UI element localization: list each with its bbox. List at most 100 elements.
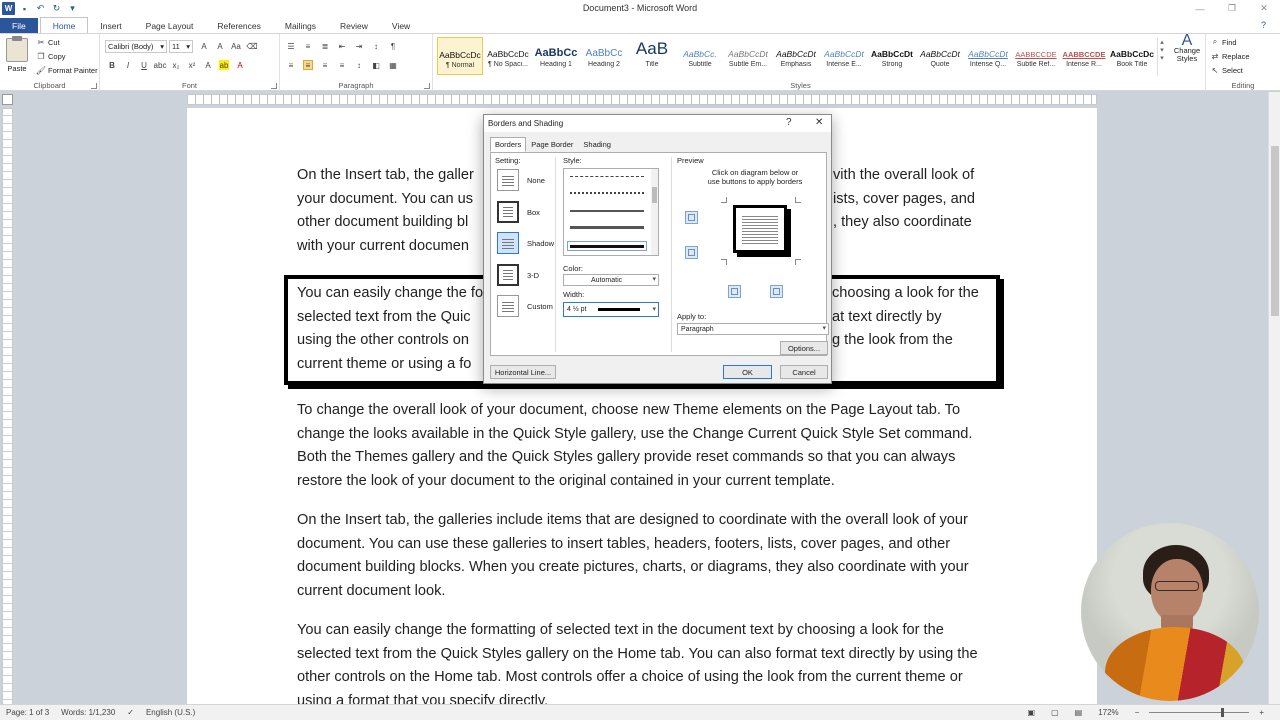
borders-icon[interactable]: ▦ <box>388 60 398 70</box>
tab-borders[interactable]: Borders <box>490 137 527 152</box>
ruler-toggle[interactable] <box>2 94 13 105</box>
style-normal[interactable]: AaBbCcDc ¶ Normal <box>437 37 483 75</box>
setting-box[interactable]: Box <box>497 201 540 223</box>
text-effects-icon[interactable]: A <box>203 60 213 70</box>
save-icon[interactable]: ▪ <box>18 2 31 15</box>
style-option[interactable] <box>570 210 644 212</box>
print-layout-icon[interactable]: ▣ <box>1028 708 1036 717</box>
font-size-select[interactable]: 11 ▾ <box>169 40 193 53</box>
bottom-border-button[interactable] <box>685 246 698 259</box>
cut-button[interactable]: ✂ Cut <box>36 37 60 47</box>
replace-button[interactable]: ⇄ Replace <box>1210 51 1250 61</box>
tab-page-layout[interactable]: Page Layout <box>134 18 206 33</box>
style-subtle-emphasis[interactable]: AaBbCcDt Subtle Em... <box>725 37 771 75</box>
undo-icon[interactable]: ↶ <box>34 2 47 15</box>
style-no-spacing[interactable]: AaBbCcDc ¶ No Spaci... <box>485 37 531 75</box>
change-styles-button[interactable]: A Change Styles <box>1170 33 1204 63</box>
clipboard-launcher-icon[interactable] <box>91 83 97 89</box>
zoom-slider-thumb[interactable] <box>1221 708 1225 717</box>
change-case-icon[interactable]: Aa <box>231 41 241 51</box>
restore-icon[interactable]: ❐ <box>1216 0 1248 17</box>
preview-diagram[interactable] <box>721 193 801 265</box>
setting-none[interactable]: None <box>497 169 545 191</box>
style-list-scrollbar[interactable] <box>651 169 658 255</box>
color-select[interactable]: Automatic ▾ <box>563 274 659 286</box>
width-select[interactable]: 4 ½ pt ▾ <box>563 302 659 317</box>
highlight-icon[interactable]: ab <box>219 60 229 70</box>
italic-icon[interactable]: I <box>123 60 133 70</box>
tab-home[interactable]: Home <box>39 17 89 33</box>
web-layout-icon[interactable]: ▤ <box>1075 708 1083 717</box>
language[interactable]: English (U.S.) <box>146 708 195 717</box>
bullets-icon[interactable]: ☰ <box>286 41 296 51</box>
scroll-thumb[interactable] <box>652 187 657 203</box>
tab-file[interactable]: File <box>0 18 38 33</box>
proofing-icon[interactable]: ✓ <box>127 708 134 717</box>
line-spacing-icon[interactable]: ↕ <box>354 60 364 70</box>
help-icon[interactable]: ? <box>786 117 792 128</box>
style-option-selected[interactable] <box>567 241 647 251</box>
shrink-font-icon[interactable]: A <box>215 41 225 51</box>
shading-icon[interactable]: ◧ <box>371 60 381 70</box>
zoom-level[interactable]: 172% <box>1098 708 1118 717</box>
font-color-icon[interactable]: A <box>235 60 245 70</box>
numbering-icon[interactable]: ≡ <box>303 41 313 51</box>
style-intense-emphasis[interactable]: AaBbCcDt Intense E... <box>821 37 867 75</box>
options-button[interactable]: Options... <box>780 341 828 355</box>
grow-font-icon[interactable]: A <box>199 41 209 51</box>
style-heading-1[interactable]: AaBbCc Heading 1 <box>533 37 579 75</box>
help-icon[interactable]: ? <box>1261 20 1266 30</box>
cancel-button[interactable]: Cancel <box>780 365 828 379</box>
horizontal-line-button[interactable]: Horizontal Line... <box>490 365 556 379</box>
increase-indent-icon[interactable]: ⇥ <box>354 41 364 51</box>
superscript-icon[interactable]: x² <box>187 60 197 70</box>
style-quote[interactable]: AaBbCcDt Quote <box>917 37 963 75</box>
paragraph-launcher-icon[interactable] <box>424 83 430 89</box>
top-border-button[interactable] <box>685 211 698 224</box>
border-style-list[interactable] <box>563 168 659 256</box>
clear-format-icon[interactable]: ⌫ <box>246 41 257 51</box>
style-subtitle[interactable]: AaBbCc. Subtitle <box>677 37 723 75</box>
paste-button[interactable]: Paste <box>6 36 28 73</box>
underline-icon[interactable]: U <box>139 60 149 70</box>
customize-qat-icon[interactable]: ▾ <box>66 2 79 15</box>
minimize-icon[interactable]: — <box>1184 0 1216 17</box>
style-book-title[interactable]: AaBbCcDc Book Title <box>1109 37 1155 75</box>
redo-icon[interactable]: ↻ <box>50 2 63 15</box>
tab-references[interactable]: References <box>205 18 272 33</box>
close-icon[interactable]: ✕ <box>815 117 823 128</box>
right-border-button[interactable] <box>770 285 783 298</box>
format-painter-button[interactable]: 🖌 Format Painter <box>36 65 98 75</box>
style-intense-quote[interactable]: AaBbCcDt Intense Q... <box>965 37 1011 75</box>
zoom-out-icon[interactable]: − <box>1135 708 1140 717</box>
page-count[interactable]: Page: 1 of 3 <box>6 708 49 717</box>
ok-button[interactable]: OK <box>723 365 772 379</box>
strikethrough-icon[interactable]: abc <box>154 60 167 70</box>
tab-mailings[interactable]: Mailings <box>273 18 328 33</box>
horizontal-ruler[interactable] <box>187 94 1097 105</box>
select-button[interactable]: ↖ Select <box>1210 65 1243 75</box>
multilevel-list-icon[interactable]: ≣ <box>320 41 330 51</box>
setting-3d[interactable]: 3-D <box>497 264 539 286</box>
style-option[interactable] <box>570 192 644 194</box>
decrease-indent-icon[interactable]: ⇤ <box>337 41 347 51</box>
scroll-thumb[interactable] <box>1271 146 1279 316</box>
font-name-select[interactable]: Calibri (Body) ▾ <box>105 40 167 53</box>
align-center-icon[interactable]: ≡ <box>303 60 313 70</box>
tab-view[interactable]: View <box>380 18 422 33</box>
copy-button[interactable]: ❐ Copy <box>36 51 65 61</box>
vertical-ruler[interactable] <box>2 108 13 708</box>
bold-icon[interactable]: B <box>107 60 117 70</box>
justify-icon[interactable]: ≡ <box>337 60 347 70</box>
style-subtle-reference[interactable]: AABBCCDE Subtle Ref... <box>1013 37 1059 75</box>
font-launcher-icon[interactable] <box>271 83 277 89</box>
setting-shadow[interactable]: Shadow <box>497 232 554 254</box>
zoom-in-icon[interactable]: + <box>1259 708 1264 717</box>
sort-icon[interactable]: ↕ <box>371 41 381 51</box>
style-title[interactable]: AaB Title <box>629 37 675 75</box>
subscript-icon[interactable]: x₂ <box>171 60 181 70</box>
apply-to-select[interactable]: Paragraph ▾ <box>677 323 829 335</box>
tab-shading[interactable]: Shading <box>578 137 616 152</box>
style-emphasis[interactable]: AaBbCcDt Emphasis <box>773 37 819 75</box>
zoom-slider[interactable] <box>1149 708 1250 717</box>
